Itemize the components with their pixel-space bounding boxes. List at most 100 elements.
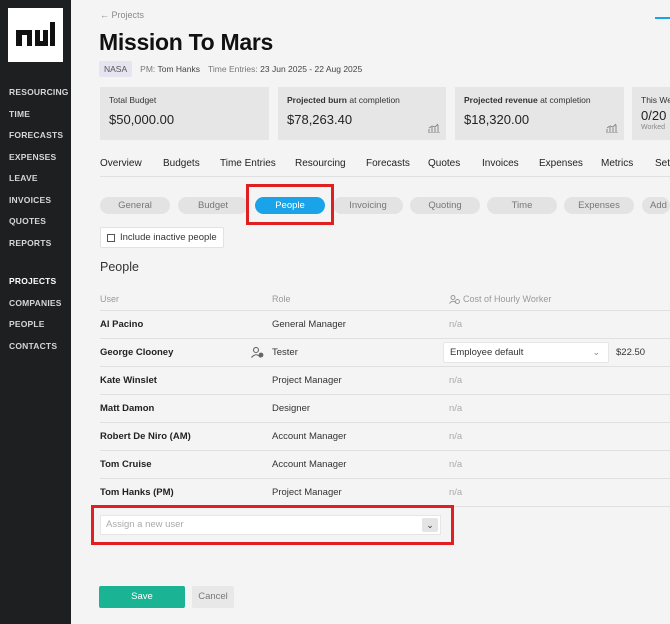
user-name[interactable]: Al Pacino — [100, 319, 143, 330]
project-meta: NASA PM: Tom Hanks Time Entries: 23 Jun … — [99, 61, 362, 77]
tab-metrics[interactable]: Metrics — [601, 158, 633, 169]
pm-info: PM: Tom Hanks — [140, 64, 200, 74]
user-role: Account Manager — [272, 431, 347, 442]
tab-resourcing[interactable]: Resourcing — [295, 158, 346, 169]
nav-forecasts[interactable]: FORECASTS — [9, 130, 63, 140]
subtab-budget[interactable]: Budget — [178, 197, 248, 214]
nav-people[interactable]: PEOPLE — [9, 319, 45, 329]
tab-time-entries[interactable]: Time Entries — [220, 158, 276, 169]
nav-time[interactable]: TIME — [9, 109, 30, 119]
time-entries-info: Time Entries: 23 Jun 2025 - 22 Aug 2025 — [208, 64, 362, 74]
pm-label: PM: — [140, 64, 156, 74]
card-projected-burn: Projected burn at completion $78,263.40 — [278, 87, 446, 140]
user-role: Account Manager — [272, 459, 347, 470]
tab-quotes[interactable]: Quotes — [428, 158, 460, 169]
nav-invoices[interactable]: INVOICES — [9, 195, 51, 205]
user-name[interactable]: Matt Damon — [100, 403, 154, 414]
subtab-invoicing[interactable]: Invoicing — [333, 197, 403, 214]
user-role: Project Manager — [272, 375, 342, 386]
table-divider — [100, 338, 670, 339]
user-role: General Manager — [272, 319, 346, 330]
nav-contacts[interactable]: CONTACTS — [9, 341, 57, 351]
nav-companies[interactable]: COMPANIES — [9, 298, 62, 308]
card-total-budget: Total Budget $50,000.00 — [100, 87, 269, 140]
client-badge[interactable]: NASA — [99, 61, 133, 77]
time-value: 23 Jun 2025 - 22 Aug 2025 — [260, 64, 363, 74]
subtab-add[interactable]: Add — [642, 197, 670, 214]
table-divider — [100, 366, 670, 367]
tabs-divider — [100, 176, 670, 177]
column-role: Role — [272, 294, 291, 304]
user-role: Project Manager — [272, 487, 342, 498]
nav-projects[interactable]: PROJECTS — [9, 276, 56, 286]
chart-icon[interactable] — [428, 123, 440, 133]
tab-budgets[interactable]: Budgets — [163, 158, 200, 169]
logo-mark-icon — [16, 22, 55, 46]
save-button[interactable]: Save — [99, 586, 185, 608]
user-name[interactable]: George Clooney — [100, 347, 173, 358]
cost-value: n/a — [449, 431, 463, 442]
card-value: $50,000.00 — [109, 112, 175, 127]
subtab-people[interactable]: People — [255, 197, 325, 214]
user-role: Designer — [272, 403, 311, 414]
subtab-quoting[interactable]: Quoting — [410, 197, 480, 214]
chart-icon[interactable] — [606, 123, 618, 133]
table-divider — [100, 478, 670, 479]
nav-expenses[interactable]: EXPENSES — [9, 152, 56, 162]
user-name[interactable]: Robert De Niro (AM) — [100, 431, 191, 442]
main-content: ← Projects Mission To Mars NASA PM: Tom … — [71, 0, 670, 624]
card-label: Total Budget — [109, 95, 157, 105]
hourly-rate: $22.50 — [616, 347, 646, 358]
hourly-worker-icon — [251, 347, 264, 358]
time-label: Time Entries: — [208, 64, 258, 74]
tab-invoices[interactable]: Invoices — [482, 158, 519, 169]
user-name[interactable]: Tom Hanks (PM) — [100, 487, 174, 498]
sidebar: RESOURCING TIME FORECASTS EXPENSES LEAVE… — [0, 0, 71, 624]
cancel-button[interactable]: Cancel — [192, 586, 234, 608]
assign-user-select[interactable]: Assign a new user — [100, 515, 441, 535]
user-name[interactable]: Kate Winslet — [100, 375, 157, 386]
user-name[interactable]: Tom Cruise — [100, 459, 152, 470]
include-inactive-label: Include inactive people — [120, 232, 217, 243]
cost-value: n/a — [449, 319, 463, 330]
include-inactive-toggle[interactable]: Include inactive people — [100, 227, 224, 248]
cost-select-value: Employee default — [450, 347, 524, 358]
card-label: This We — [641, 95, 670, 105]
chevron-down-icon[interactable]: ⌄ — [422, 518, 438, 532]
tab-expenses[interactable]: Expenses — [539, 158, 583, 169]
table-divider — [100, 450, 670, 451]
card-this-week: This We 0/20 Worked — [632, 87, 670, 140]
app-logo[interactable] — [8, 8, 63, 62]
card-sub: Worked — [641, 124, 665, 131]
user-role: Tester — [272, 347, 298, 358]
worker-cost-icon — [449, 294, 460, 304]
table-divider — [100, 310, 670, 311]
cost-value: n/a — [449, 403, 463, 414]
back-to-projects-link[interactable]: ← Projects — [100, 10, 144, 20]
tab-settings[interactable]: Setti — [655, 158, 670, 169]
card-projected-revenue: Projected revenue at completion $18,320.… — [455, 87, 624, 140]
cost-select[interactable]: Employee default ⌄ — [443, 342, 609, 363]
table-divider — [100, 506, 670, 507]
cost-value: n/a — [449, 459, 463, 470]
card-value: $18,320.00 — [464, 112, 530, 127]
tab-overview[interactable]: Overview — [100, 158, 142, 169]
card-value: $78,263.40 — [287, 112, 353, 127]
subtab-time[interactable]: Time — [487, 197, 557, 214]
nav-resourcing[interactable]: RESOURCING — [9, 87, 69, 97]
subtab-general[interactable]: General — [100, 197, 170, 214]
card-label: Projected burn at completion — [287, 95, 400, 105]
pm-value: Tom Hanks — [157, 64, 201, 74]
card-value: 0/20 — [641, 108, 667, 123]
active-tab-indicator — [655, 17, 670, 19]
card-label: Projected revenue at completion — [464, 95, 591, 105]
cost-value: n/a — [449, 375, 463, 386]
nav-quotes[interactable]: QUOTES — [9, 216, 46, 226]
nav-reports[interactable]: REPORTS — [9, 238, 52, 248]
tab-forecasts[interactable]: Forecasts — [366, 158, 410, 169]
subtab-expenses[interactable]: Expenses — [564, 197, 634, 214]
nav-leave[interactable]: LEAVE — [9, 173, 38, 183]
table-divider — [100, 422, 670, 423]
include-inactive-checkbox[interactable] — [107, 233, 115, 242]
column-cost: Cost of Hourly Worker — [449, 294, 551, 304]
